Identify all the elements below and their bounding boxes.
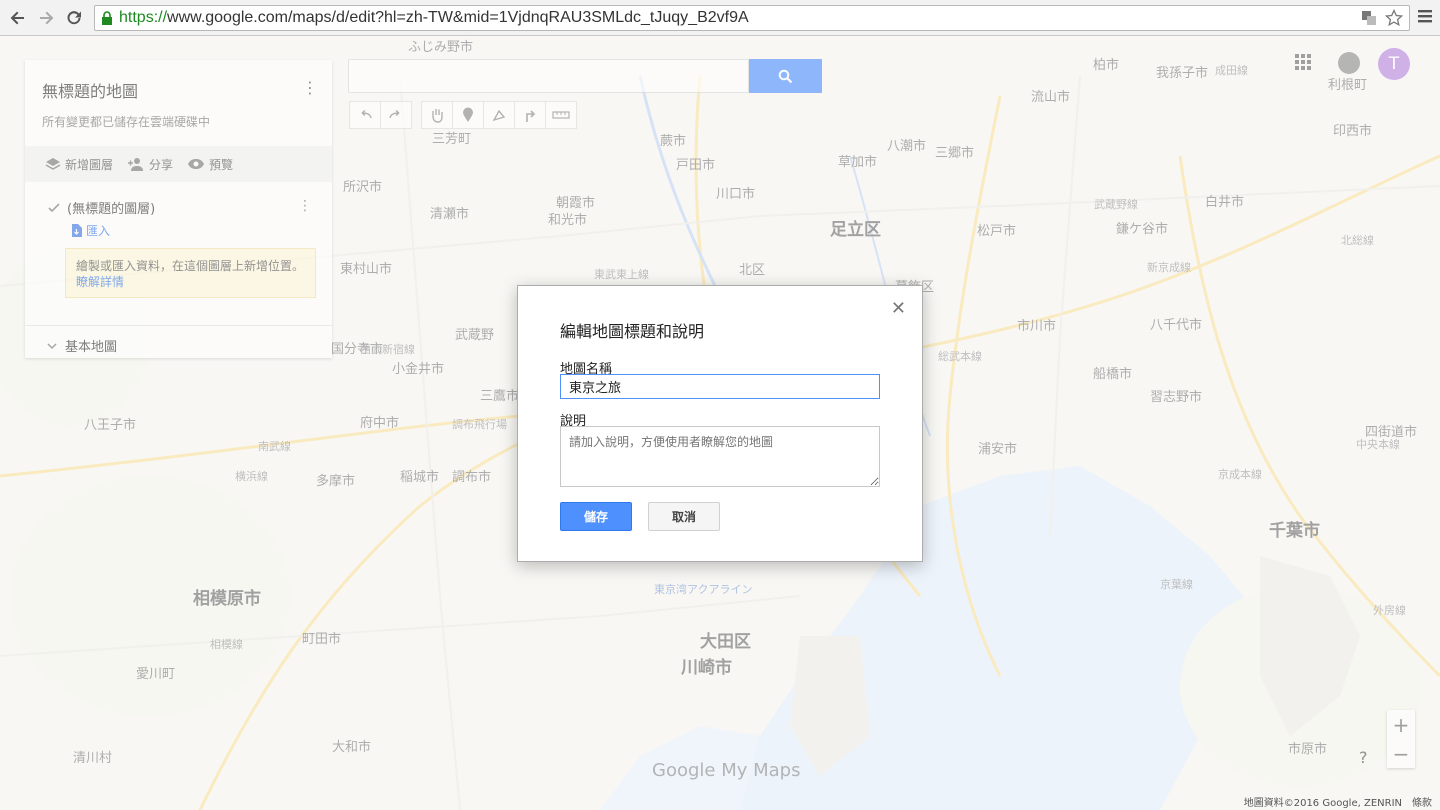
checkbox-checked-icon[interactable] (47, 201, 61, 215)
learn-more-link[interactable]: 瞭解詳情 (76, 275, 124, 289)
zoom-in-button[interactable]: + (1387, 710, 1415, 739)
save-button[interactable]: 儲存 (560, 502, 632, 531)
browser-menu-button[interactable] (1418, 8, 1432, 27)
url-text: https://www.google.com/maps/d/edit?hl=zh… (119, 9, 749, 26)
redo-button[interactable] (380, 101, 412, 129)
dialog-title: 編輯地圖標題和說明 (560, 322, 705, 341)
help-icon[interactable]: ? (1359, 748, 1368, 767)
hand-icon (432, 109, 443, 123)
map-footer: 地圖資料©2016 Google, ZENRIN 條款 (1244, 794, 1432, 809)
description-input[interactable] (560, 426, 880, 487)
forward-button[interactable] (34, 6, 58, 30)
search-button[interactable] (749, 59, 822, 93)
hamburger-icon (1418, 10, 1432, 23)
directions-icon (526, 110, 536, 122)
layer-item[interactable]: (無標題的圖層) (47, 198, 155, 217)
lock-icon (102, 11, 112, 25)
undo-button[interactable] (349, 101, 381, 129)
avatar[interactable]: T (1378, 48, 1410, 80)
basemap-toggle[interactable]: 基本地圖 (25, 325, 332, 365)
import-link[interactable]: 匯入 (71, 222, 110, 239)
import-icon (72, 224, 82, 237)
directions-button[interactable] (514, 101, 546, 129)
reload-button[interactable] (62, 6, 86, 30)
draw-line-button[interactable] (483, 101, 515, 129)
map-name-input[interactable] (560, 374, 880, 399)
map-search (348, 59, 822, 93)
layer-name[interactable]: (無標題的圖層) (67, 198, 155, 217)
map-panel: 無標題的地圖 ⋮ 所有變更都已儲存在雲端硬碟中 新增圖層 分享 預覽 (無標題的… (25, 60, 332, 358)
ruler-icon (552, 111, 570, 119)
search-input[interactable] (348, 59, 749, 93)
map-title[interactable]: 無標題的地圖 (42, 78, 138, 102)
panel-actions: 新增圖層 分享 預覽 (25, 146, 332, 182)
measure-button[interactable] (545, 101, 577, 129)
back-arrow-icon (10, 11, 24, 25)
zoom-out-button[interactable]: − (1387, 739, 1415, 768)
attribution-text: 地圖資料©2016 Google, ZENRIN (1243, 798, 1402, 809)
layers-icon (45, 158, 61, 170)
grid-icon (1295, 54, 1311, 70)
chevron-down-icon (47, 342, 57, 349)
add-person-icon (128, 158, 144, 171)
reload-icon (67, 11, 81, 25)
undo-icon (361, 110, 372, 119)
search-icon (778, 69, 793, 83)
eye-icon (188, 159, 205, 169)
save-status: 所有變更都已儲存在雲端硬碟中 (42, 115, 211, 129)
close-icon[interactable]: ✕ (891, 298, 906, 319)
forward-arrow-icon (40, 11, 54, 25)
draw-line-icon (492, 109, 506, 122)
more-options-icon[interactable]: ⋮ (302, 78, 318, 97)
apps-grid-icon[interactable] (1295, 54, 1311, 74)
add-layer-button[interactable]: 新增圖層 (45, 156, 113, 173)
add-marker-button[interactable] (452, 101, 484, 129)
marker-icon (463, 107, 473, 122)
notifications-icon[interactable] (1338, 52, 1360, 74)
bookmark-star-icon[interactable] (1385, 9, 1403, 27)
back-button[interactable] (6, 6, 30, 30)
layer-options-icon[interactable]: ⋮ (298, 198, 312, 214)
terms-link[interactable]: 條款 (1412, 794, 1432, 809)
layer-hint: 繪製或匯入資料，在這個圖層上新增位置。瞭解詳情 (65, 248, 316, 298)
translate-icon[interactable] (1361, 10, 1377, 26)
map-toolbar (349, 101, 577, 129)
share-button[interactable]: 分享 (127, 156, 173, 173)
my-maps-watermark: Google My Maps (652, 760, 801, 781)
edit-map-dialog: ✕ 編輯地圖標題和說明 地圖名稱 說明 儲存 取消 (517, 285, 923, 562)
cancel-button[interactable]: 取消 (648, 502, 720, 531)
redo-icon (389, 110, 400, 119)
zoom-control: + − (1387, 710, 1415, 768)
pan-tool-button[interactable] (421, 101, 453, 129)
preview-button[interactable]: 預覽 (187, 156, 233, 173)
browser-toolbar: https://www.google.com/maps/d/edit?hl=zh… (0, 0, 1440, 36)
address-bar[interactable]: https://www.google.com/maps/d/edit?hl=zh… (94, 5, 1410, 31)
